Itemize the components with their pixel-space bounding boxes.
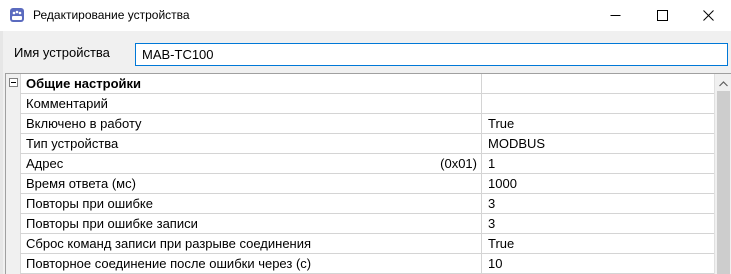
property-row-write-retries[interactable]: Повторы при ошибке записи 3 <box>20 214 714 234</box>
property-row-enabled[interactable]: Включено в работу True <box>20 114 714 134</box>
close-button[interactable] <box>685 0 731 31</box>
title-bar: Редактирование устройства <box>0 0 731 31</box>
device-app-icon <box>9 7 25 23</box>
collapse-icon[interactable] <box>9 78 18 87</box>
background-window-edge <box>0 31 3 274</box>
property-value[interactable]: 3 <box>488 214 495 233</box>
maximize-button[interactable] <box>639 0 685 31</box>
property-value[interactable]: 10 <box>488 254 502 273</box>
grid-gutter <box>6 74 21 274</box>
property-value[interactable]: True <box>488 114 514 133</box>
property-label: Включено в работу <box>20 114 482 133</box>
device-name-input[interactable] <box>135 43 728 66</box>
property-label: Повторы при ошибке записи <box>20 214 482 233</box>
property-row-comment[interactable]: Комментарий <box>20 94 714 114</box>
property-label: Время ответа (мс) <box>20 174 482 193</box>
section-title: Общие настройки <box>20 74 482 93</box>
property-row-retries[interactable]: Повторы при ошибке 3 <box>20 194 714 214</box>
maximize-icon <box>656 10 668 21</box>
property-row-address[interactable]: Адрес (0x01) 1 <box>20 154 714 174</box>
minimize-icon <box>610 10 621 21</box>
property-value[interactable]: MODBUS <box>488 134 545 153</box>
property-row-reconnect-delay[interactable]: Повторное соединение после ошибки через … <box>20 254 714 274</box>
window-title: Редактирование устройства <box>33 8 190 22</box>
scroll-up-arrow-icon <box>719 75 728 90</box>
property-label: Адрес (0x01) <box>20 154 482 173</box>
property-label: Комментарий <box>20 94 482 113</box>
address-hex-hint: (0x01) <box>440 156 477 171</box>
property-row-response-time[interactable]: Время ответа (мс) 1000 <box>20 174 714 194</box>
scroll-up-button[interactable] <box>715 74 731 91</box>
property-row-device-type[interactable]: Тип устройства MODBUS <box>20 134 714 154</box>
vertical-scrollbar[interactable] <box>714 74 731 274</box>
property-grid: Общие настройки Комментарий Включено в р… <box>5 73 731 274</box>
property-label: Повторное соединение после ошибки через … <box>20 254 482 273</box>
section-header-general[interactable]: Общие настройки <box>20 74 714 94</box>
property-label-text: Адрес <box>26 156 64 171</box>
scrollbar-thumb[interactable] <box>717 91 730 274</box>
property-value[interactable]: 1 <box>488 154 495 173</box>
property-value[interactable]: 3 <box>488 194 495 213</box>
property-value[interactable]: 1000 <box>488 174 517 193</box>
property-label: Тип устройства <box>20 134 482 153</box>
minimize-button[interactable] <box>592 0 638 31</box>
property-label: Сброс команд записи при разрыве соединен… <box>20 234 482 253</box>
device-name-label: Имя устройства <box>14 45 110 60</box>
property-value[interactable]: True <box>488 234 514 253</box>
property-label: Повторы при ошибке <box>20 194 482 213</box>
close-icon <box>702 10 714 21</box>
property-row-reset-write-commands[interactable]: Сброс команд записи при разрыве соединен… <box>20 234 714 254</box>
